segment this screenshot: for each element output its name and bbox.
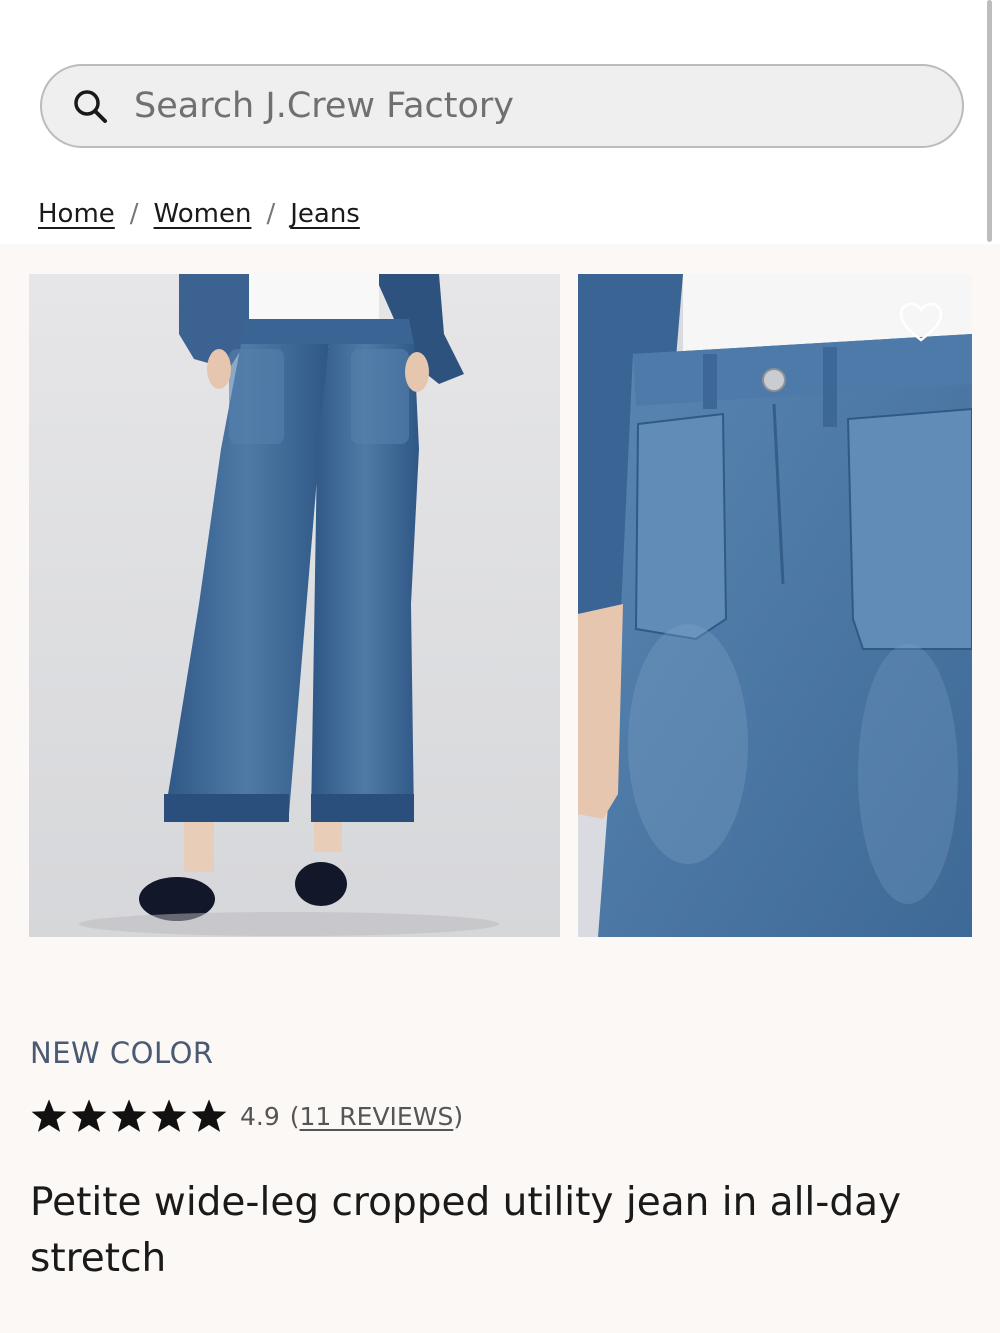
star-icon [191,1099,227,1132]
favorite-heart-icon[interactable] [898,302,944,344]
rating-value: 4.9 [240,1101,280,1131]
product-page: Home / Women / Jeans [0,0,1000,1333]
scrollbar[interactable] [987,0,992,242]
star-icon [151,1099,187,1132]
jeans-detail-image [578,274,972,937]
new-color-badge: NEW COLOR [30,1036,214,1070]
breadcrumb: Home / Women / Jeans [38,192,360,236]
breadcrumb-jeans[interactable]: Jeans [290,199,360,229]
breadcrumb-separator: / [129,199,139,229]
star-rating [30,1097,228,1135]
reviews-open-paren: ( [289,1101,300,1131]
jeans-model-image [29,274,560,937]
breadcrumb-home[interactable]: Home [38,199,115,229]
reviews-close-paren: ) [453,1101,464,1131]
reviews-count: (11 REVIEWS) [290,1102,463,1131]
product-title: Petite wide-leg cropped utility jean in … [30,1180,902,1281]
search-input[interactable] [134,76,962,136]
breadcrumb-separator: / [266,199,276,229]
product-rating: 4.9 (11 REVIEWS) [30,1093,463,1139]
product-image-detail[interactable] [578,274,972,937]
product-image-main[interactable] [29,274,560,937]
reviews-link[interactable]: 11 REVIEWS [300,1102,454,1131]
star-icon [31,1099,67,1132]
breadcrumb-women[interactable]: Women [154,199,252,229]
search-bar[interactable] [40,64,964,148]
star-icon [111,1099,147,1132]
star-icon [71,1099,107,1132]
search-icon[interactable] [72,88,108,124]
